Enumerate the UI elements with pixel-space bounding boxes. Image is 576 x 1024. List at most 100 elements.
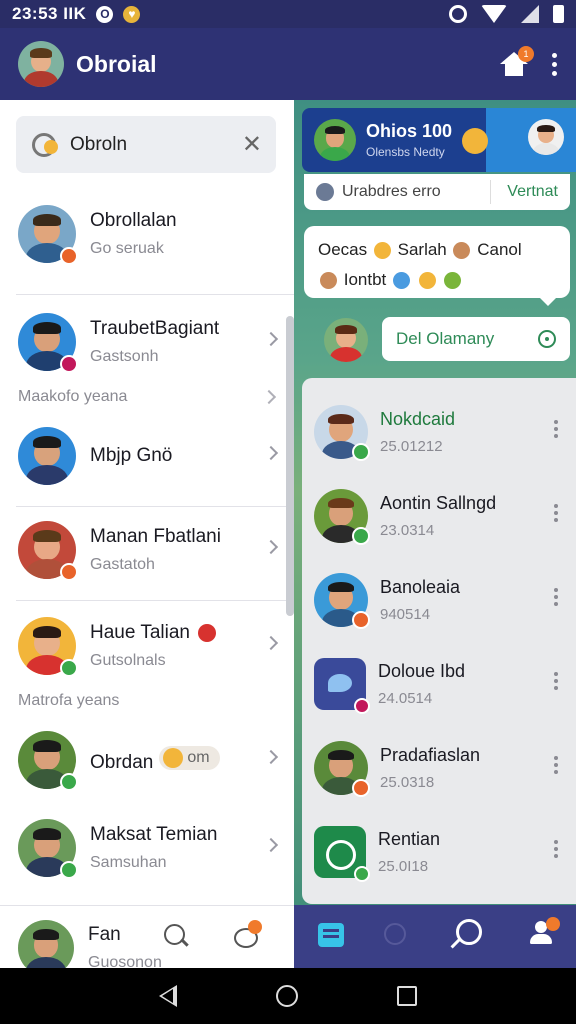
conversation-name: Banoleaia xyxy=(380,577,461,597)
contacts-pane: Obroln ✕ Obrollalan Go seruak TraubetBag… xyxy=(0,100,294,976)
reaction-pill: om xyxy=(159,746,220,770)
system-nav-bar xyxy=(0,968,576,1024)
more-vert-icon[interactable] xyxy=(554,420,558,438)
avatar xyxy=(18,427,76,485)
message-text: Canol xyxy=(477,240,522,259)
contact-name: TraubetBagiant xyxy=(90,318,220,339)
conversation-name: Doloue Ibd xyxy=(378,661,466,681)
contact-name: Obrollalan xyxy=(90,210,177,231)
close-icon[interactable]: ✕ xyxy=(242,130,262,159)
conversation-item[interactable]: Rentian 25.0I18 xyxy=(314,822,564,882)
chevron-right-icon xyxy=(263,837,279,853)
wifi-icon xyxy=(481,5,507,23)
conversation-item[interactable]: Nokdcaid 25.01212 xyxy=(314,402,564,462)
circle-home-icon[interactable] xyxy=(275,985,298,1007)
notification-badge xyxy=(248,920,262,934)
contact-subtitle: Gastatoh xyxy=(90,556,155,573)
conversation-date: 25.0318 xyxy=(380,774,435,791)
conversation-name: Aontin Sallngd xyxy=(380,493,497,513)
bird-icon xyxy=(314,658,370,714)
contact-item[interactable]: Haue Talian Gutsolnals xyxy=(18,616,280,677)
notification-icon: O xyxy=(96,5,114,23)
back-icon[interactable] xyxy=(159,985,178,1007)
more-vert-icon[interactable] xyxy=(554,840,558,858)
more-vert-icon[interactable] xyxy=(554,672,558,690)
contact-name-text: Haue Talian xyxy=(90,622,191,643)
avatar xyxy=(314,573,370,629)
contact-item[interactable]: Obrollalan Go seruak xyxy=(18,204,280,265)
avatar xyxy=(314,489,370,545)
conversation-date: 25.0I18 xyxy=(378,858,429,875)
avatar xyxy=(324,318,368,362)
message-text: Oecas xyxy=(318,240,368,259)
conversation-date: 25.01212 xyxy=(380,438,443,455)
notification-badge xyxy=(546,917,560,931)
conversation-name: Rentian xyxy=(378,829,441,849)
chevron-right-icon xyxy=(263,635,279,651)
conversation-name: Pradafiaslan xyxy=(380,745,481,765)
emoji-icon xyxy=(453,242,471,260)
delete-button[interactable]: Del Olamany xyxy=(382,317,570,361)
more-vert-icon[interactable] xyxy=(554,504,558,522)
conversation-item[interactable]: Aontin Sallngd 23.0314 xyxy=(314,486,564,546)
contact-item[interactable]: Maksat Temian Samsuhan xyxy=(18,818,280,879)
status-bar: 23:53 IIK O ♥ xyxy=(0,0,576,28)
emoji-icon xyxy=(163,748,184,768)
cell-signal-icon xyxy=(521,5,539,23)
contact-item[interactable]: Mbjp Gnö xyxy=(18,426,280,486)
emoji-icon xyxy=(320,272,337,290)
search-icon xyxy=(30,130,60,160)
conversation-item[interactable]: Doloue Ibd 24.0514 xyxy=(314,654,564,714)
search-input[interactable]: Obroln ✕ xyxy=(16,116,276,173)
avatar xyxy=(18,521,78,581)
chevron-right-icon xyxy=(263,331,279,347)
search-icon[interactable] xyxy=(452,919,482,949)
more-vert-icon[interactable] xyxy=(554,756,558,774)
app-icon xyxy=(314,826,370,882)
emoji-icon xyxy=(373,242,391,260)
conversation-name: Nokdcaid xyxy=(380,409,456,429)
contact-name: Obrdan om xyxy=(90,746,220,774)
contact-item[interactable]: Manan Fbatlani Gastatoh xyxy=(18,520,280,581)
contact-name: Mbjp Gnö xyxy=(90,445,173,466)
divider xyxy=(16,506,294,507)
contact-item[interactable]: Obrdan om xyxy=(18,730,280,791)
app-bar: Obroial 1 xyxy=(0,28,576,100)
emoji-icon xyxy=(418,272,436,290)
contact-name: Haue Talian xyxy=(90,622,217,644)
search-icon[interactable] xyxy=(384,923,406,945)
list-icon[interactable] xyxy=(318,923,344,947)
divider xyxy=(490,180,491,204)
contact-item[interactable]: TraubetBagiant Gastsonh xyxy=(18,312,280,373)
verify-button[interactable]: Vertnat xyxy=(507,183,558,201)
more-vert-icon[interactable] xyxy=(554,588,558,606)
home-badge: 1 xyxy=(518,46,534,62)
conversation-item[interactable]: Pradafiaslan 25.0318 xyxy=(314,738,564,798)
divider xyxy=(16,600,294,601)
contact-name-text: Obrdan xyxy=(90,752,154,773)
recent-apps-icon[interactable] xyxy=(396,986,417,1006)
avatar xyxy=(314,741,370,797)
conversation-date: 24.0514 xyxy=(378,690,433,707)
contact-subtitle: Go seruak xyxy=(90,240,164,257)
current-user-name: Fan xyxy=(88,924,121,945)
avatar xyxy=(18,617,78,677)
more-vert-icon[interactable] xyxy=(548,52,560,76)
scrollbar[interactable] xyxy=(286,316,294,616)
divider xyxy=(16,294,294,295)
chat-subtitle: Olensbs Nedty xyxy=(366,145,445,159)
conversation-date: 23.0314 xyxy=(380,522,435,539)
left-bottom-bar: Fan Guosonon xyxy=(0,905,294,976)
section-label: Matrofa yeans xyxy=(18,692,120,709)
message-text: Sarlah xyxy=(397,240,447,259)
conversation-item[interactable]: Banoleaia 940514 xyxy=(314,570,564,630)
message-bubble: Oecas Sarlah Canol Iontbt xyxy=(304,226,570,306)
home-button[interactable]: 1 xyxy=(494,44,534,84)
search-icon[interactable] xyxy=(164,924,188,948)
chevron-right-icon xyxy=(261,389,277,405)
message-bubble: Urabdres erro Vertnat xyxy=(304,174,570,210)
profile-avatar[interactable] xyxy=(18,41,64,87)
contact-subtitle: Gastsonh xyxy=(90,348,159,365)
chat-header[interactable]: Ohios 100 Olensbs Nedty xyxy=(302,108,576,172)
chevron-right-icon xyxy=(263,445,279,461)
